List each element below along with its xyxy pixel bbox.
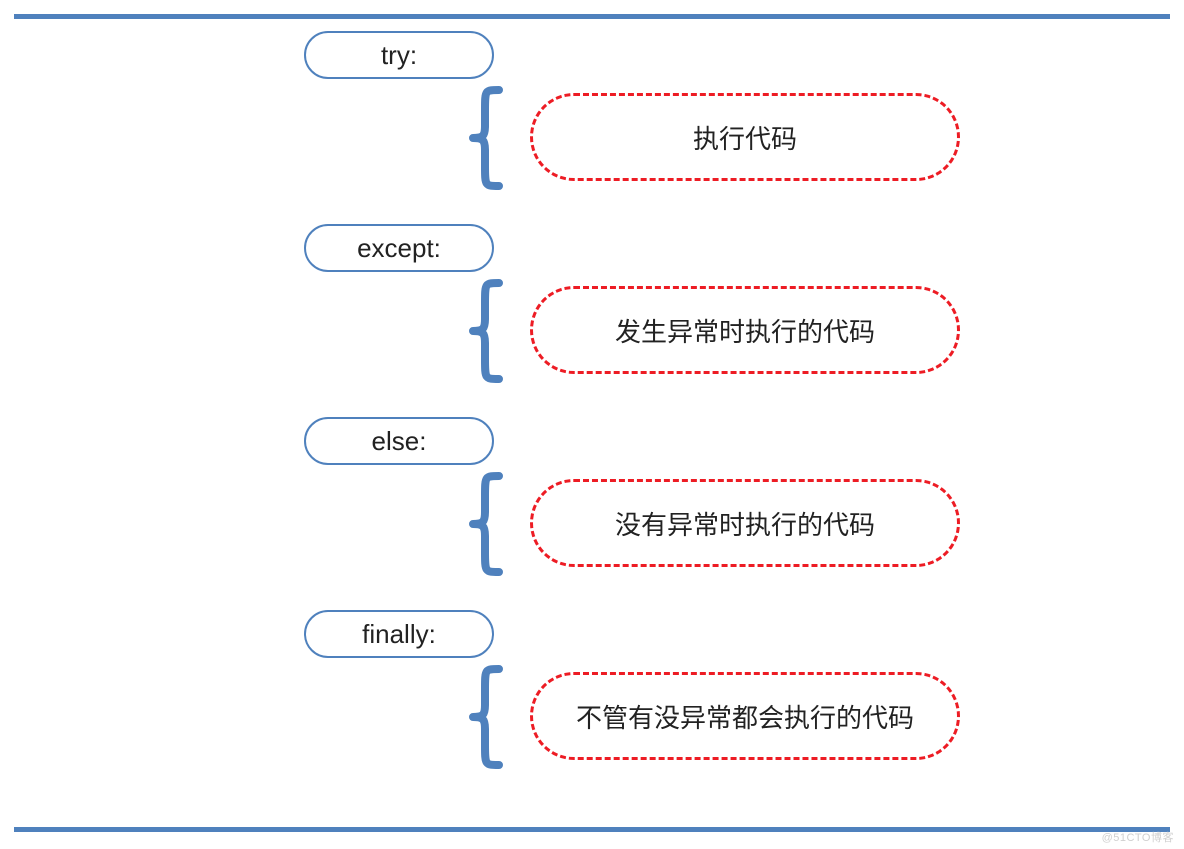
desc-else: 没有异常时执行的代码 — [530, 479, 960, 567]
brace-icon — [465, 86, 509, 190]
keyword-finally: finally: — [304, 610, 494, 658]
watermark: @51CTO博客 — [1102, 829, 1174, 845]
brace-icon — [465, 665, 509, 769]
brace-icon — [465, 279, 509, 383]
desc-label: 没有异常时执行的代码 — [615, 505, 875, 542]
keyword-except: except: — [304, 224, 494, 272]
bottom-rule — [14, 827, 1170, 832]
desc-label: 执行代码 — [693, 119, 797, 156]
desc-finally: 不管有没异常都会执行的代码 — [530, 672, 960, 760]
keyword-else: else: — [304, 417, 494, 465]
brace-icon — [465, 472, 509, 576]
keyword-label: else: — [372, 426, 427, 457]
keyword-label: finally: — [362, 619, 436, 650]
desc-except: 发生异常时执行的代码 — [530, 286, 960, 374]
desc-label: 发生异常时执行的代码 — [615, 312, 875, 349]
desc-try: 执行代码 — [530, 93, 960, 181]
keyword-label: try: — [381, 40, 417, 71]
desc-label: 不管有没异常都会执行的代码 — [576, 698, 914, 735]
top-rule — [14, 14, 1170, 19]
keyword-try: try: — [304, 31, 494, 79]
keyword-label: except: — [357, 233, 441, 264]
